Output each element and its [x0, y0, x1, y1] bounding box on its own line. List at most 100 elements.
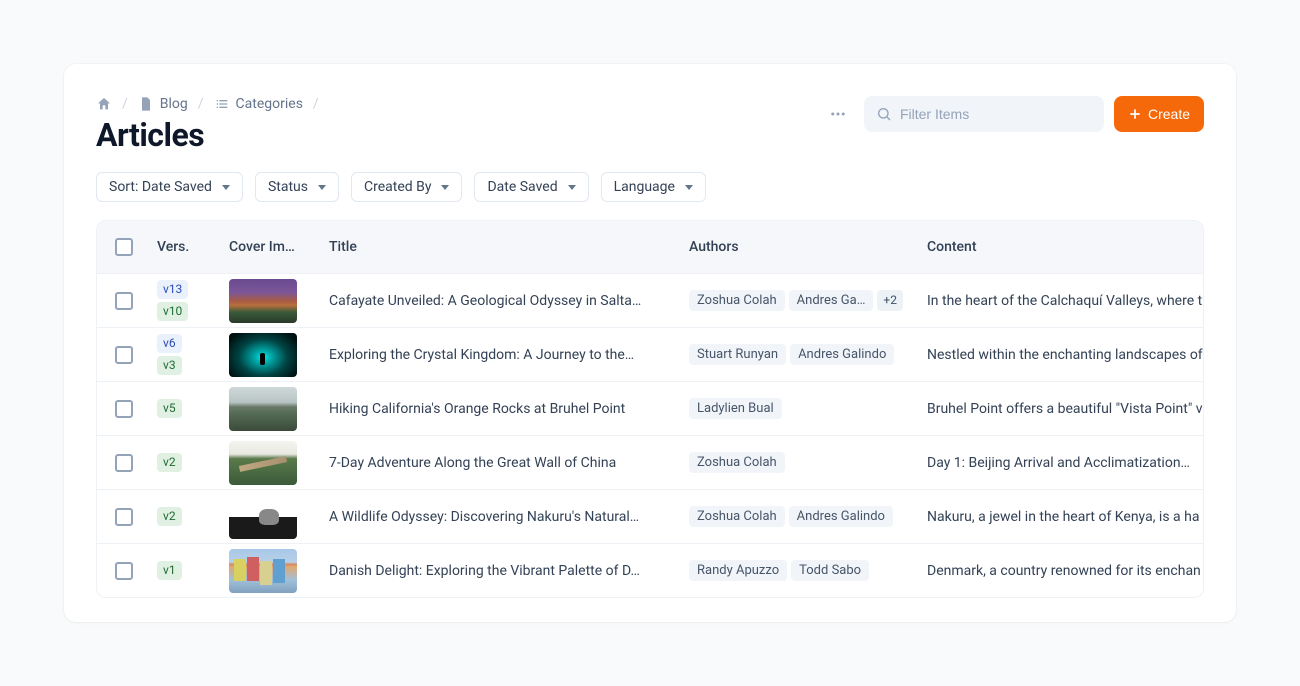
- breadcrumb-categories[interactable]: Categories: [214, 96, 303, 112]
- row-checkbox[interactable]: [115, 562, 133, 580]
- authors-cell: Randy ApuzzoTodd Sabo: [689, 560, 927, 581]
- table-body: v13v10 Cafayate Unveiled: A Geological Od…: [97, 273, 1203, 597]
- author-tag[interactable]: Andres Galindo: [790, 344, 894, 365]
- title-cell: Hiking California's Orange Rocks at Bruh…: [329, 401, 689, 417]
- filter-chip[interactable]: Status: [255, 172, 339, 202]
- version-badge: v6: [157, 334, 182, 353]
- content-cell: Nakuru, a jewel in the heart of Kenya, i…: [927, 509, 1203, 525]
- header-right: Create: [822, 96, 1204, 132]
- cover-thumbnail[interactable]: [229, 387, 297, 431]
- table-row[interactable]: v13v10 Cafayate Unveiled: A Geological Od…: [97, 273, 1203, 327]
- content-cell: Bruhel Point offers a beautiful "Vista P…: [927, 401, 1203, 417]
- page-title: Articles: [96, 116, 319, 154]
- row-checkbox[interactable]: [115, 508, 133, 526]
- chevron-down-icon: [685, 185, 693, 190]
- breadcrumb-sep: /: [198, 96, 204, 112]
- row-checkbox[interactable]: [115, 400, 133, 418]
- chevron-down-icon: [441, 185, 449, 190]
- filter-label: Date Saved: [487, 179, 557, 195]
- filter-chip[interactable]: Language: [601, 172, 706, 202]
- author-tag[interactable]: Andres Ga…: [789, 290, 874, 311]
- cover-thumbnail[interactable]: [229, 495, 297, 539]
- cover-thumbnail[interactable]: [229, 279, 297, 323]
- table-row[interactable]: v1 Danish Delight: Exploring the Vibrant …: [97, 543, 1203, 597]
- author-tag[interactable]: Ladylien Bual: [689, 398, 782, 419]
- col-header-cover[interactable]: Cover Im…: [229, 239, 329, 255]
- filter-bar: Sort: Date Saved Status Created By Date Sav…: [96, 172, 1204, 202]
- filter-label: Status: [268, 179, 308, 195]
- author-tag[interactable]: Stuart Runyan: [689, 344, 786, 365]
- author-tag[interactable]: Andres Galindo: [789, 506, 893, 527]
- home-icon: [96, 96, 112, 112]
- table-header: Vers. Cover Im… Title Authors Content: [97, 221, 1203, 273]
- table-row[interactable]: v27-Day Adventure Along the Great Wall o…: [97, 435, 1203, 489]
- filter-chip[interactable]: Date Saved: [474, 172, 588, 202]
- more-button[interactable]: [822, 98, 854, 130]
- col-header-content[interactable]: Content: [927, 239, 1203, 255]
- version-badge: v5: [157, 399, 182, 418]
- breadcrumb-label: Categories: [236, 96, 303, 112]
- table-row[interactable]: v5 Hiking California's Orange Rocks at Br…: [97, 381, 1203, 435]
- chevron-down-icon: [318, 185, 326, 190]
- select-all-checkbox[interactable]: [115, 238, 133, 256]
- cover-thumbnail[interactable]: [229, 549, 297, 593]
- version-badge: v2: [157, 453, 182, 472]
- search-icon: [876, 106, 892, 122]
- author-tag[interactable]: Zoshua Colah: [689, 290, 785, 311]
- row-checkbox[interactable]: [115, 346, 133, 364]
- filter-chip[interactable]: Sort: Date Saved: [96, 172, 243, 202]
- authors-cell: Ladylien Bual: [689, 398, 927, 419]
- author-tag[interactable]: Todd Sabo: [791, 560, 869, 581]
- col-header-vers[interactable]: Vers.: [157, 239, 229, 255]
- col-header-authors[interactable]: Authors: [689, 239, 927, 255]
- content-cell: Denmark, a country renowned for its ench…: [927, 563, 1203, 579]
- ellipsis-icon: [829, 105, 847, 123]
- authors-cell: Zoshua ColahAndres Ga…+2: [689, 290, 927, 311]
- cover-thumbnail[interactable]: [229, 333, 297, 377]
- version-badges: v13v10: [157, 280, 229, 321]
- create-button[interactable]: Create: [1114, 96, 1204, 132]
- chevron-down-icon: [568, 185, 576, 190]
- title-cell: Exploring the Crystal Kingdom: A Journey…: [329, 347, 689, 363]
- topbar: / Blog / Categories / Articles: [96, 96, 1204, 154]
- filter-chip[interactable]: Created By: [351, 172, 462, 202]
- row-checkbox[interactable]: [115, 454, 133, 472]
- authors-overflow-badge[interactable]: +2: [877, 290, 903, 311]
- cover-thumbnail[interactable]: [229, 441, 297, 485]
- version-badge: v13: [157, 280, 188, 299]
- table-row[interactable]: v2 A Wildlife Odyssey: Discovering Nakuru…: [97, 489, 1203, 543]
- breadcrumb: / Blog / Categories /: [96, 96, 319, 112]
- search-input[interactable]: [900, 106, 1092, 122]
- content-cell: In the heart of the Calchaquí Valleys, w…: [927, 293, 1203, 309]
- breadcrumb-sep: /: [313, 96, 319, 112]
- chevron-down-icon: [222, 185, 230, 190]
- create-label: Create: [1148, 106, 1190, 122]
- breadcrumb-blog[interactable]: Blog: [138, 96, 188, 112]
- author-tag[interactable]: Zoshua Colah: [689, 452, 785, 473]
- version-badges: v2: [157, 507, 229, 526]
- table-row[interactable]: v6 v3 Exploring the Crystal Kingdom: A Jou…: [97, 327, 1203, 381]
- author-tag[interactable]: Randy Apuzzo: [689, 560, 787, 581]
- authors-cell: Stuart RunyanAndres Galindo: [689, 344, 927, 365]
- row-checkbox[interactable]: [115, 292, 133, 310]
- col-header-title[interactable]: Title: [329, 239, 689, 255]
- authors-cell: Zoshua ColahAndres Galindo: [689, 506, 927, 527]
- filter-label: Language: [614, 179, 675, 195]
- title-cell: Danish Delight: Exploring the Vibrant Pa…: [329, 563, 689, 579]
- filter-label: Created By: [364, 179, 431, 195]
- articles-table: Vers. Cover Im… Title Authors Content v1…: [96, 220, 1204, 598]
- title-cell: A Wildlife Odyssey: Discovering Nakuru's…: [329, 509, 689, 525]
- version-badges: v1: [157, 561, 229, 580]
- content-cell: Day 1: Beijing Arrival and Acclimatizati…: [927, 455, 1203, 471]
- title-cell: Cafayate Unveiled: A Geological Odyssey …: [329, 293, 689, 309]
- filter-label: Sort: Date Saved: [109, 179, 212, 195]
- breadcrumb-sep: /: [122, 96, 128, 112]
- version-badge: v3: [157, 356, 182, 375]
- version-badges: v2: [157, 453, 229, 472]
- search-box[interactable]: [864, 96, 1104, 132]
- breadcrumb-home[interactable]: [96, 96, 112, 112]
- author-tag[interactable]: Zoshua Colah: [689, 506, 785, 527]
- version-badge: v1: [157, 561, 182, 580]
- header-left: / Blog / Categories / Articles: [96, 96, 319, 154]
- content-cell: Nestled within the enchanting landscapes…: [927, 347, 1203, 363]
